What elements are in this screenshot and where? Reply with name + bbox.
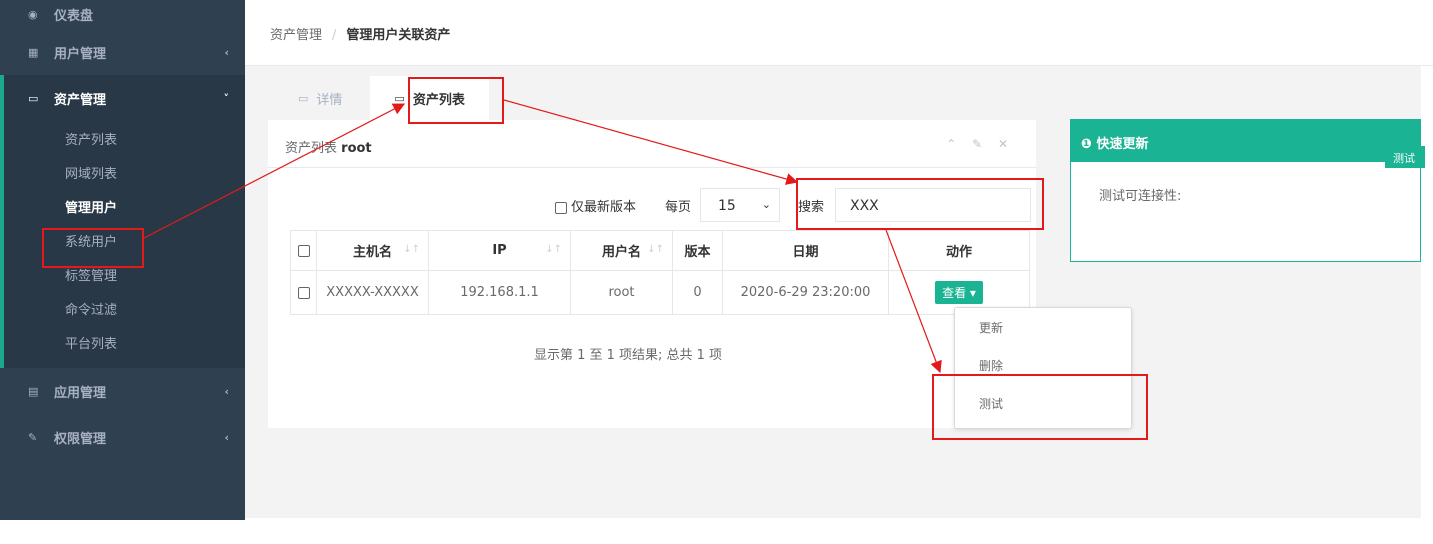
annotation-box-asset-tab xyxy=(408,77,504,124)
table-summary: 显示第 1 至 1 项结果; 总共 1 项 xyxy=(533,348,723,363)
breadcrumb-separator: / xyxy=(332,28,337,43)
quick-update-title: 快速更新 xyxy=(1096,137,1149,152)
nav-dashboard-label: 仪表盘 xyxy=(54,9,94,24)
quick-update-header: ❶ 快速更新 xyxy=(1071,120,1420,162)
nav-permission-management[interactable]: ✎ 权限管理 ‹ xyxy=(0,414,245,460)
chevron-left-icon: ‹ xyxy=(224,45,229,59)
table-row: XXXXX-XXXXX 192.168.1.1 root 0 2020-6-29… xyxy=(290,270,1030,315)
col-ip[interactable]: IP ↓↑ xyxy=(428,230,571,271)
users-icon: ▦ xyxy=(28,45,39,59)
row-checkbox[interactable] xyxy=(297,286,310,299)
col-date[interactable]: 日期 xyxy=(722,230,889,271)
sort-icon: ↓↑ xyxy=(545,244,562,255)
nav-dashboard[interactable]: ◉ 仪表盘 xyxy=(0,0,245,29)
cell-ip: 192.168.1.1 xyxy=(428,270,571,315)
col-username-label: 用户名 xyxy=(601,245,641,260)
col-action: 动作 xyxy=(888,230,1030,271)
per-page-value: 15 xyxy=(718,198,736,214)
info-icon: ❶ xyxy=(1081,137,1093,152)
nav-user-management-label: 用户管理 xyxy=(54,46,107,62)
sidebar-item-asset-list[interactable]: 资产列表 xyxy=(4,121,245,155)
chevron-left-icon: ‹ xyxy=(224,430,229,444)
cell-username: root xyxy=(570,270,673,315)
annotation-box-test xyxy=(932,374,1148,440)
sort-icon: ↓↑ xyxy=(647,244,664,255)
cell-date: 2020-6-29 23:20:00 xyxy=(722,270,889,315)
panel-tool-icons[interactable]: ⌃ ✎ ✕ xyxy=(946,137,1014,151)
breadcrumb-parent[interactable]: 资产管理 xyxy=(270,28,322,43)
quick-update-body: 测试可连接性: xyxy=(1071,162,1420,204)
dashboard-icon: ◉ xyxy=(28,8,38,21)
edit-icon: ✎ xyxy=(28,430,38,444)
nav-app-management[interactable]: ▤ 应用管理 ‹ xyxy=(0,368,245,414)
nav-user-management[interactable]: ▦ 用户管理 ‹ xyxy=(0,29,245,75)
table-header-row: 主机名 ↓↑ IP ↓↑ 用户名 ↓↑ 版本 日期 动作 xyxy=(290,230,1030,271)
row-select-cell[interactable] xyxy=(290,270,317,315)
chevron-left-icon: ‹ xyxy=(224,384,229,398)
asset-table: 主机名 ↓↑ IP ↓↑ 用户名 ↓↑ 版本 日期 动作 XXXXX-XXXXX 19… xyxy=(290,230,1030,315)
col-ip-label: IP xyxy=(492,243,507,258)
inbox-icon: ▭ xyxy=(28,91,39,105)
breadcrumb: 资产管理 / 管理用户关联资产 xyxy=(270,24,450,43)
quick-update-panel: ❶ 快速更新 测试可连接性: 测试 xyxy=(1070,119,1425,262)
panel-title-user: root xyxy=(341,141,372,156)
test-connectivity-button[interactable]: 测试 xyxy=(1385,146,1425,168)
tab-details[interactable]: ▭ 详情 xyxy=(270,76,370,120)
nav-app-management-label: 应用管理 xyxy=(54,385,107,401)
nav-asset-management-label: 资产管理 xyxy=(54,92,107,108)
breadcrumb-current: 管理用户关联资产 xyxy=(346,28,451,43)
laptop-icon: ▭ xyxy=(298,91,309,105)
per-page-select[interactable]: 15 ⌄ xyxy=(700,188,780,222)
sort-icon: ↓↑ xyxy=(403,244,420,255)
col-hostname-label: 主机名 xyxy=(352,245,392,260)
test-connectivity-label: 测试可连接性: xyxy=(1099,189,1182,204)
grid-icon: ▤ xyxy=(28,384,39,398)
sidebar-item-command-filter[interactable]: 命令过滤 xyxy=(4,291,245,325)
chevron-down-icon: ⌄ xyxy=(761,198,771,211)
col-version[interactable]: 版本 xyxy=(672,230,723,271)
latest-version-checkbox[interactable] xyxy=(555,201,567,214)
select-all-header[interactable] xyxy=(290,230,317,271)
laptop-icon: ▭ xyxy=(394,91,405,105)
sidebar-item-domain-list[interactable]: 网域列表 xyxy=(4,155,245,189)
chevron-down-icon: ˅ xyxy=(223,91,230,105)
cell-version: 0 xyxy=(672,270,723,315)
annotation-box-admin-users xyxy=(42,228,144,268)
panel-title-prefix: 资产列表 xyxy=(285,141,338,156)
top-bar: 资产管理 / 管理用户关联资产 xyxy=(245,0,1433,66)
sidebar-item-admin-users[interactable]: 管理用户 xyxy=(4,189,245,223)
view-dropdown-button[interactable]: 查看 ▾ xyxy=(935,281,983,304)
nav-permission-management-label: 权限管理 xyxy=(54,431,107,447)
sidebar-item-platform-list[interactable]: 平台列表 xyxy=(4,325,245,359)
menu-item-update[interactable]: 更新 xyxy=(955,308,1131,346)
cell-hostname: XXXXX-XXXXX xyxy=(316,270,429,315)
latest-version-label: 仅最新版本 xyxy=(571,200,637,215)
annotation-box-search xyxy=(796,178,1044,230)
col-username[interactable]: 用户名 ↓↑ xyxy=(570,230,673,271)
col-hostname[interactable]: 主机名 ↓↑ xyxy=(316,230,429,271)
nav-asset-management[interactable]: ▭ 资产管理 ˅ xyxy=(0,75,245,121)
select-all-checkbox[interactable] xyxy=(297,244,310,257)
latest-version-toggle[interactable]: 仅最新版本 xyxy=(555,196,636,215)
per-page-label: 每页 xyxy=(665,200,692,215)
panel-title: 资产列表 root xyxy=(268,120,1036,168)
asset-list-panel: 资产列表 root ⌃ ✎ ✕ 仅最新版本 每页 15 ⌄ 搜索 XXX 主机名… xyxy=(268,120,1036,428)
tab-details-label: 详情 xyxy=(316,92,343,108)
